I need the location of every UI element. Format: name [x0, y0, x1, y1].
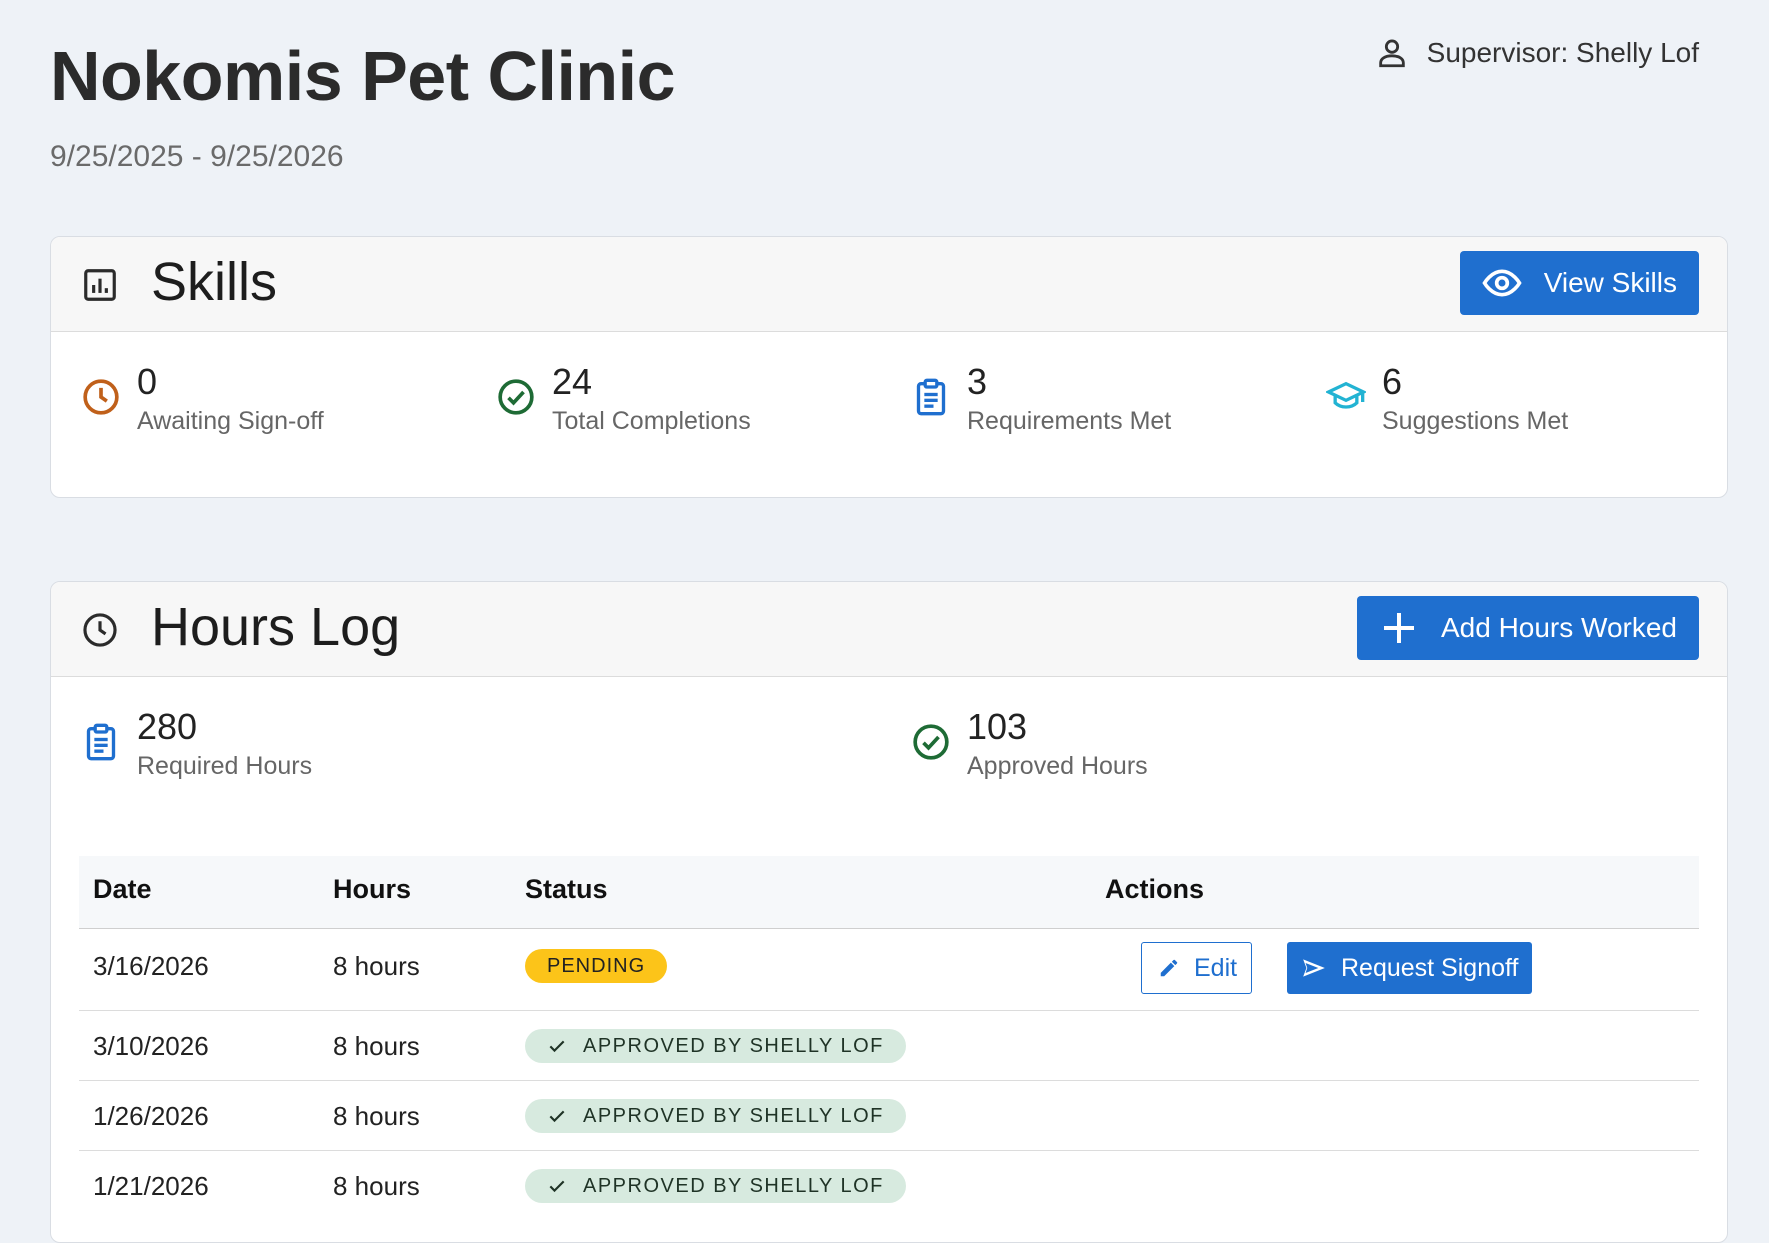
plus-icon	[1383, 613, 1414, 643]
stat-value: 103	[967, 706, 1028, 747]
graduation-cap-icon	[1326, 381, 1366, 409]
clock-icon	[83, 379, 119, 415]
column-header-status: Status	[525, 874, 608, 904]
stat-awaiting-signoff: 0 Awaiting Sign-off	[81, 361, 324, 439]
pencil-icon	[1160, 959, 1178, 977]
row-date: 3/16/2026	[93, 951, 209, 981]
skills-card: Skills View Skills 0 Awaiting Sign-off 2…	[50, 236, 1728, 498]
stat-total-completions: 24 Total Completions	[496, 361, 751, 439]
request-signoff-label: Request Signoff	[1341, 953, 1519, 982]
view-skills-label: View Skills	[1543, 267, 1677, 298]
table-row: 1/21/2026 8 hours APPROVED BY SHELLY LOF	[79, 1151, 1699, 1220]
date-range: 9/25/2025 - 9/25/2026	[50, 140, 344, 173]
stat-value: 24	[552, 361, 593, 402]
status-label: APPROVED BY SHELLY LOF	[583, 1034, 884, 1057]
stat-label: Awaiting Sign-off	[137, 407, 324, 435]
status-label: APPROVED BY SHELLY LOF	[583, 1174, 884, 1197]
stat-required-hours: 280 Required Hours	[81, 706, 312, 784]
supervisor-info: Supervisor: Shelly Lof	[1375, 36, 1699, 70]
skills-card-header: Skills View Skills	[51, 237, 1727, 332]
stat-value: 280	[137, 706, 198, 747]
row-date: 1/21/2026	[93, 1171, 209, 1201]
row-hours: 8 hours	[333, 1031, 420, 1061]
request-signoff-button[interactable]: Request Signoff	[1287, 942, 1533, 994]
status-badge-approved: APPROVED BY SHELLY LOF	[525, 1029, 906, 1063]
hours-log-card: Hours Log Add Hours Worked 280 Required …	[50, 581, 1728, 1243]
checkmark-icon	[549, 1110, 565, 1123]
column-header-actions: Actions	[1105, 874, 1205, 904]
stat-value: 6	[1382, 361, 1403, 402]
add-hours-label: Add Hours Worked	[1440, 612, 1677, 643]
stat-value: 0	[137, 361, 158, 402]
status-badge-pending: PENDING	[525, 949, 668, 983]
eye-icon	[1482, 269, 1522, 297]
status-badge-approved: APPROVED BY SHELLY LOF	[525, 1169, 906, 1203]
row-date: 3/10/2026	[93, 1031, 209, 1061]
row-hours: 8 hours	[333, 1171, 420, 1201]
add-hours-worked-button[interactable]: Add Hours Worked	[1356, 596, 1699, 660]
stat-label: Requirements Met	[967, 407, 1172, 435]
view-skills-button[interactable]: View Skills	[1459, 251, 1699, 315]
edit-label: Edit	[1194, 953, 1238, 982]
stat-label: Approved Hours	[967, 752, 1148, 780]
clipboard-icon	[916, 378, 946, 416]
checkmark-icon	[549, 1180, 565, 1193]
stat-label: Total Completions	[552, 407, 751, 435]
table-header: Date Hours Status Actions	[79, 856, 1699, 929]
supervisor-label: Supervisor: Shelly Lof	[1426, 37, 1699, 68]
stat-label: Required Hours	[137, 752, 313, 780]
stat-requirements-met: 3 Requirements Met	[911, 361, 1171, 439]
column-header-hours: Hours	[333, 874, 412, 904]
stat-label: Suggestions Met	[1382, 407, 1569, 435]
clipboard-icon	[86, 723, 116, 761]
table-row: 3/10/2026 8 hours APPROVED BY SHELLY LOF	[79, 1011, 1699, 1081]
person-icon	[1378, 39, 1405, 68]
skills-title: Skills	[151, 252, 278, 312]
row-hours: 8 hours	[333, 951, 420, 981]
page-title: Nokomis Pet Clinic	[50, 37, 676, 115]
column-header-date: Date	[93, 874, 152, 904]
stat-value: 3	[967, 361, 988, 402]
stat-approved-hours: 103 Approved Hours	[911, 706, 1148, 784]
row-hours: 8 hours	[333, 1101, 420, 1131]
table-row: 3/16/2026 8 hours PENDING Edit Request S…	[79, 929, 1699, 1011]
page: Nokomis Pet Clinic 9/25/2025 - 9/25/2026…	[0, 0, 1769, 1243]
status-label: APPROVED BY SHELLY LOF	[583, 1104, 884, 1127]
bar-chart-icon	[84, 269, 116, 301]
hours-log-card-header: Hours Log Add Hours Worked	[51, 582, 1727, 677]
clock-icon	[83, 613, 117, 647]
status-badge-approved: APPROVED BY SHELLY LOF	[525, 1099, 906, 1133]
hours-log-title: Hours Log	[151, 597, 401, 657]
check-circle-icon	[913, 724, 949, 760]
edit-button[interactable]: Edit	[1141, 942, 1253, 994]
hours-table: Date Hours Status Actions 3/16/2026 8 ho…	[79, 856, 1699, 1220]
stat-suggestions-met: 6 Suggestions Met	[1326, 361, 1568, 439]
table-row: 1/26/2026 8 hours APPROVED BY SHELLY LOF	[79, 1081, 1699, 1151]
row-date: 1/26/2026	[93, 1101, 209, 1131]
send-icon	[1303, 959, 1325, 977]
checkmark-icon	[549, 1040, 565, 1053]
check-circle-icon	[498, 379, 534, 415]
